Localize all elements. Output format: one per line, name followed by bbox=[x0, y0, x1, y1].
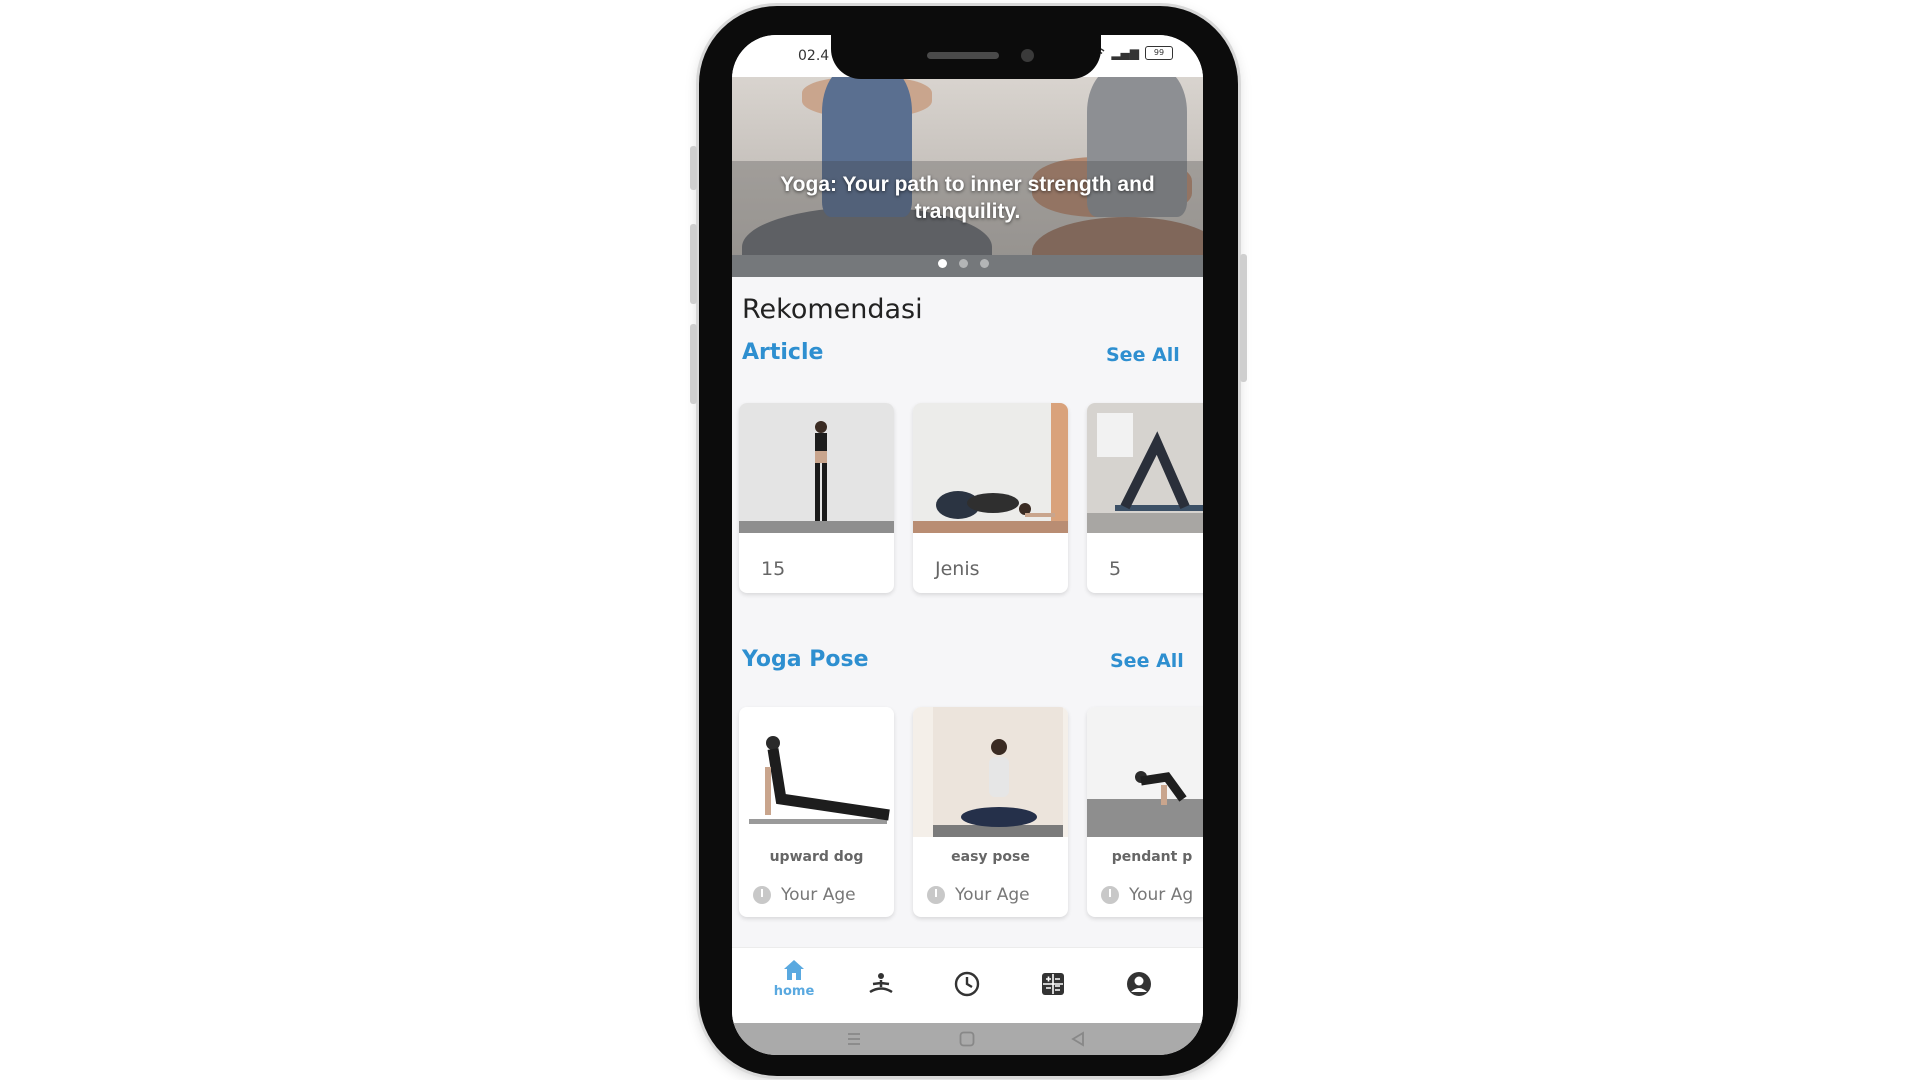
system-navigation-bar bbox=[732, 1023, 1203, 1055]
article-card-label: 5 bbox=[1109, 558, 1122, 580]
article-card-label: Jenis bbox=[935, 558, 980, 580]
section-title-rekomendasi: Rekomendasi bbox=[742, 294, 923, 325]
yoga-pose-card[interactable]: pendant p Your Ag bbox=[1087, 707, 1203, 917]
nav-item-yoga[interactable] bbox=[846, 972, 916, 996]
yoga-pose-age-label: Your Age bbox=[781, 885, 856, 905]
speaker bbox=[927, 52, 999, 59]
yoga-pose-thumbnail bbox=[913, 707, 1068, 837]
notch bbox=[831, 35, 1101, 79]
volume-up-button bbox=[690, 224, 697, 304]
yoga-pose-age: Your Age bbox=[927, 885, 1030, 905]
recent-apps-icon[interactable] bbox=[845, 1030, 863, 1048]
back-button-icon[interactable] bbox=[1069, 1030, 1087, 1048]
nav-item-history[interactable] bbox=[932, 970, 1002, 998]
carousel-dot-3[interactable] bbox=[980, 259, 989, 268]
yoga-pose-name: easy pose bbox=[951, 849, 1030, 865]
front-camera bbox=[1021, 49, 1034, 62]
volume-down-button bbox=[690, 324, 697, 404]
yoga-pose-name: pendant p bbox=[1111, 849, 1193, 865]
yoga-pose-age: Your Age bbox=[753, 885, 856, 905]
nav-item-home[interactable]: home bbox=[759, 958, 829, 999]
yoga-pose-thumbnail bbox=[739, 707, 894, 837]
status-time: 02.4 bbox=[798, 48, 830, 64]
yoga-pose-age-label: Your Age bbox=[955, 885, 1030, 905]
carousel-indicator bbox=[938, 259, 989, 268]
timer-icon bbox=[1101, 886, 1119, 904]
timer-icon bbox=[753, 886, 771, 904]
article-card[interactable]: 5 bbox=[1087, 403, 1203, 593]
profile-icon bbox=[1127, 972, 1151, 996]
nav-label-home: home bbox=[773, 984, 815, 999]
carousel-dot-1[interactable] bbox=[938, 259, 947, 268]
article-see-all-button[interactable]: See All bbox=[1106, 344, 1180, 366]
article-card-label: 15 bbox=[761, 558, 786, 580]
phone-screen: 02.4 ▂▄▆ 99 Yoga: Your path to inner str… bbox=[732, 35, 1203, 1055]
article-title: Article bbox=[742, 340, 824, 365]
carousel-dot-2[interactable] bbox=[959, 259, 968, 268]
phone-frame: 02.4 ▂▄▆ 99 Yoga: Your path to inner str… bbox=[690, 6, 1247, 1076]
yoga-pose-age-label: Your Ag bbox=[1129, 885, 1194, 905]
calculator-icon bbox=[1042, 973, 1064, 995]
hero-carousel[interactable]: Yoga: Your path to inner strength and tr… bbox=[732, 77, 1203, 277]
timer-icon bbox=[927, 886, 945, 904]
article-card[interactable]: 15 bbox=[739, 403, 894, 593]
status-icons: ▂▄▆ 99 bbox=[1091, 46, 1173, 60]
home-icon bbox=[784, 960, 804, 980]
yoga-pose-card[interactable]: easy pose Your Age bbox=[913, 707, 1068, 917]
hero-caption: Yoga: Your path to inner strength and tr… bbox=[780, 173, 1155, 223]
home-button-icon[interactable] bbox=[958, 1030, 976, 1048]
article-thumbnail bbox=[739, 403, 894, 533]
nav-item-profile[interactable] bbox=[1104, 970, 1174, 998]
yoga-pose-title: Yoga Pose bbox=[742, 647, 869, 672]
clock-icon bbox=[954, 971, 980, 997]
battery-icon: 99 bbox=[1145, 46, 1173, 60]
signal-icon: ▂▄▆ bbox=[1111, 46, 1139, 60]
yoga-pose-thumbnail bbox=[1087, 707, 1203, 837]
power-button bbox=[1240, 254, 1247, 382]
yoga-pose-age: Your Ag bbox=[1101, 885, 1193, 905]
yoga-pose-see-all-button[interactable]: See All bbox=[1110, 650, 1184, 672]
yoga-pose-card[interactable]: upward dog Your Age bbox=[739, 707, 894, 917]
article-card[interactable]: Jenis bbox=[913, 403, 1068, 593]
article-thumbnail bbox=[1087, 403, 1203, 533]
mute-switch bbox=[690, 146, 697, 190]
bottom-navigation: home bbox=[732, 947, 1203, 1024]
yoga-pose-name: upward dog bbox=[769, 849, 864, 865]
nav-item-calculator[interactable] bbox=[1018, 971, 1088, 997]
article-thumbnail bbox=[913, 403, 1068, 533]
meditation-icon bbox=[869, 973, 893, 994]
